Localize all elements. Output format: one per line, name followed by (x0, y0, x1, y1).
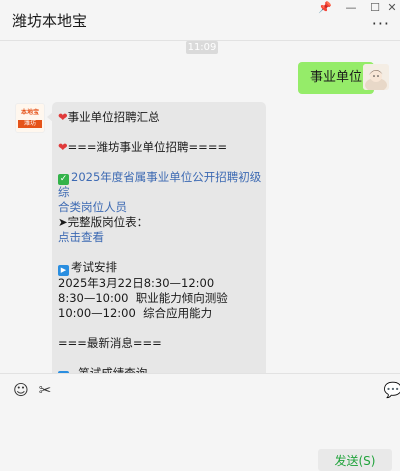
avatar-logo-text: 本地宝 (20, 109, 39, 116)
message-link[interactable]: 点击查看 (58, 230, 104, 244)
message-line: 8:30—10:00 职业能力倾向测验 (58, 291, 262, 306)
message-text: 8:30—10:00 职业能力倾向测验 (58, 291, 228, 305)
message-line: ❤===潍坊事业单位招聘==== (58, 140, 262, 155)
play-icon: ▶ (58, 265, 69, 276)
message-link[interactable]: 2025年度省属事业单位公开招聘初级综 (58, 170, 261, 199)
title-bar: 潍坊本地宝 📌 — ☐ ✕ ··· (0, 0, 400, 40)
more-options-icon[interactable]: ··· (372, 14, 390, 33)
message-text: 笔试成绩查询 (71, 366, 148, 373)
message-text: ➤完整版岗位表： (58, 215, 149, 229)
message-text: 10:00—12:00 综合应用能力 (58, 306, 213, 320)
emoji-icon[interactable]: ☺ (12, 381, 30, 399)
send-button[interactable]: 发送(S) (318, 449, 392, 471)
message-content: ❤事业单位招聘汇总 ❤===潍坊事业单位招聘==== ✓ 2025年度省属事业单位公开… (58, 110, 262, 373)
message-line (58, 245, 262, 260)
message-text: 事业单位招聘汇总 (67, 110, 160, 124)
divider (0, 373, 400, 374)
message-text: 考试安排 (71, 260, 117, 274)
close-icon[interactable]: ✕ (384, 0, 400, 14)
message-line: 10:00—12:00 综合应用能力 (58, 306, 262, 321)
chat-history-icon[interactable]: 💬 (384, 381, 400, 399)
message-line: 2025年3月22日8:30—12:00 (58, 276, 262, 291)
message-line[interactable]: 合类岗位人员 (58, 200, 262, 215)
avatar-city-label: 潍坊 (18, 120, 42, 128)
message-line: ▶ 考试安排 (58, 260, 262, 276)
received-message-bubble[interactable]: ❤事业单位招聘汇总 ❤===潍坊事业单位招聘==== ✓ 2025年度省属事业单位公开… (47, 102, 266, 373)
message-line[interactable]: ✓ 2025年度省属事业单位公开招聘初级综 (58, 170, 262, 200)
message-line (58, 125, 262, 140)
message-text: ===潍坊事业单位招聘==== (67, 140, 228, 154)
message-line (58, 351, 262, 366)
message-link[interactable]: 合类岗位人员 (58, 200, 127, 214)
checkmark-icon: ✓ (58, 174, 69, 185)
minimize-icon[interactable]: — (338, 0, 364, 14)
message-line (58, 321, 262, 336)
pin-icon[interactable]: 📌 (312, 0, 338, 14)
message-text: 2025年3月22日8:30—12:00 (58, 276, 215, 290)
screenshot-scissors-icon[interactable]: ✂ (36, 381, 54, 399)
message-line: ===最新消息=== (58, 336, 262, 351)
message-line: ▶ 笔试成绩查询 (58, 366, 262, 373)
message-line (58, 155, 262, 170)
message-line: ➤完整版岗位表： (58, 215, 262, 230)
chat-title: 潍坊本地宝 (12, 12, 88, 30)
official-account-avatar[interactable]: 本地宝 潍坊 (15, 103, 45, 133)
heart-icon: ❤ (58, 110, 68, 124)
message-text: ===最新消息=== (58, 336, 162, 350)
message-line: ❤事业单位招聘汇总 (58, 110, 262, 125)
my-avatar[interactable] (363, 64, 389, 90)
heart-icon: ❤ (58, 140, 68, 154)
message-line[interactable]: 点击查看 (58, 230, 262, 245)
avatar-image (363, 64, 389, 90)
message-input[interactable] (0, 402, 400, 446)
message-timestamp: 11:09 (186, 41, 218, 54)
chat-history[interactable]: 11:09 事业单位 本地宝 潍坊 ❤事业单位招聘汇总 ❤===潍坊事业单位招聘=… (0, 41, 400, 373)
